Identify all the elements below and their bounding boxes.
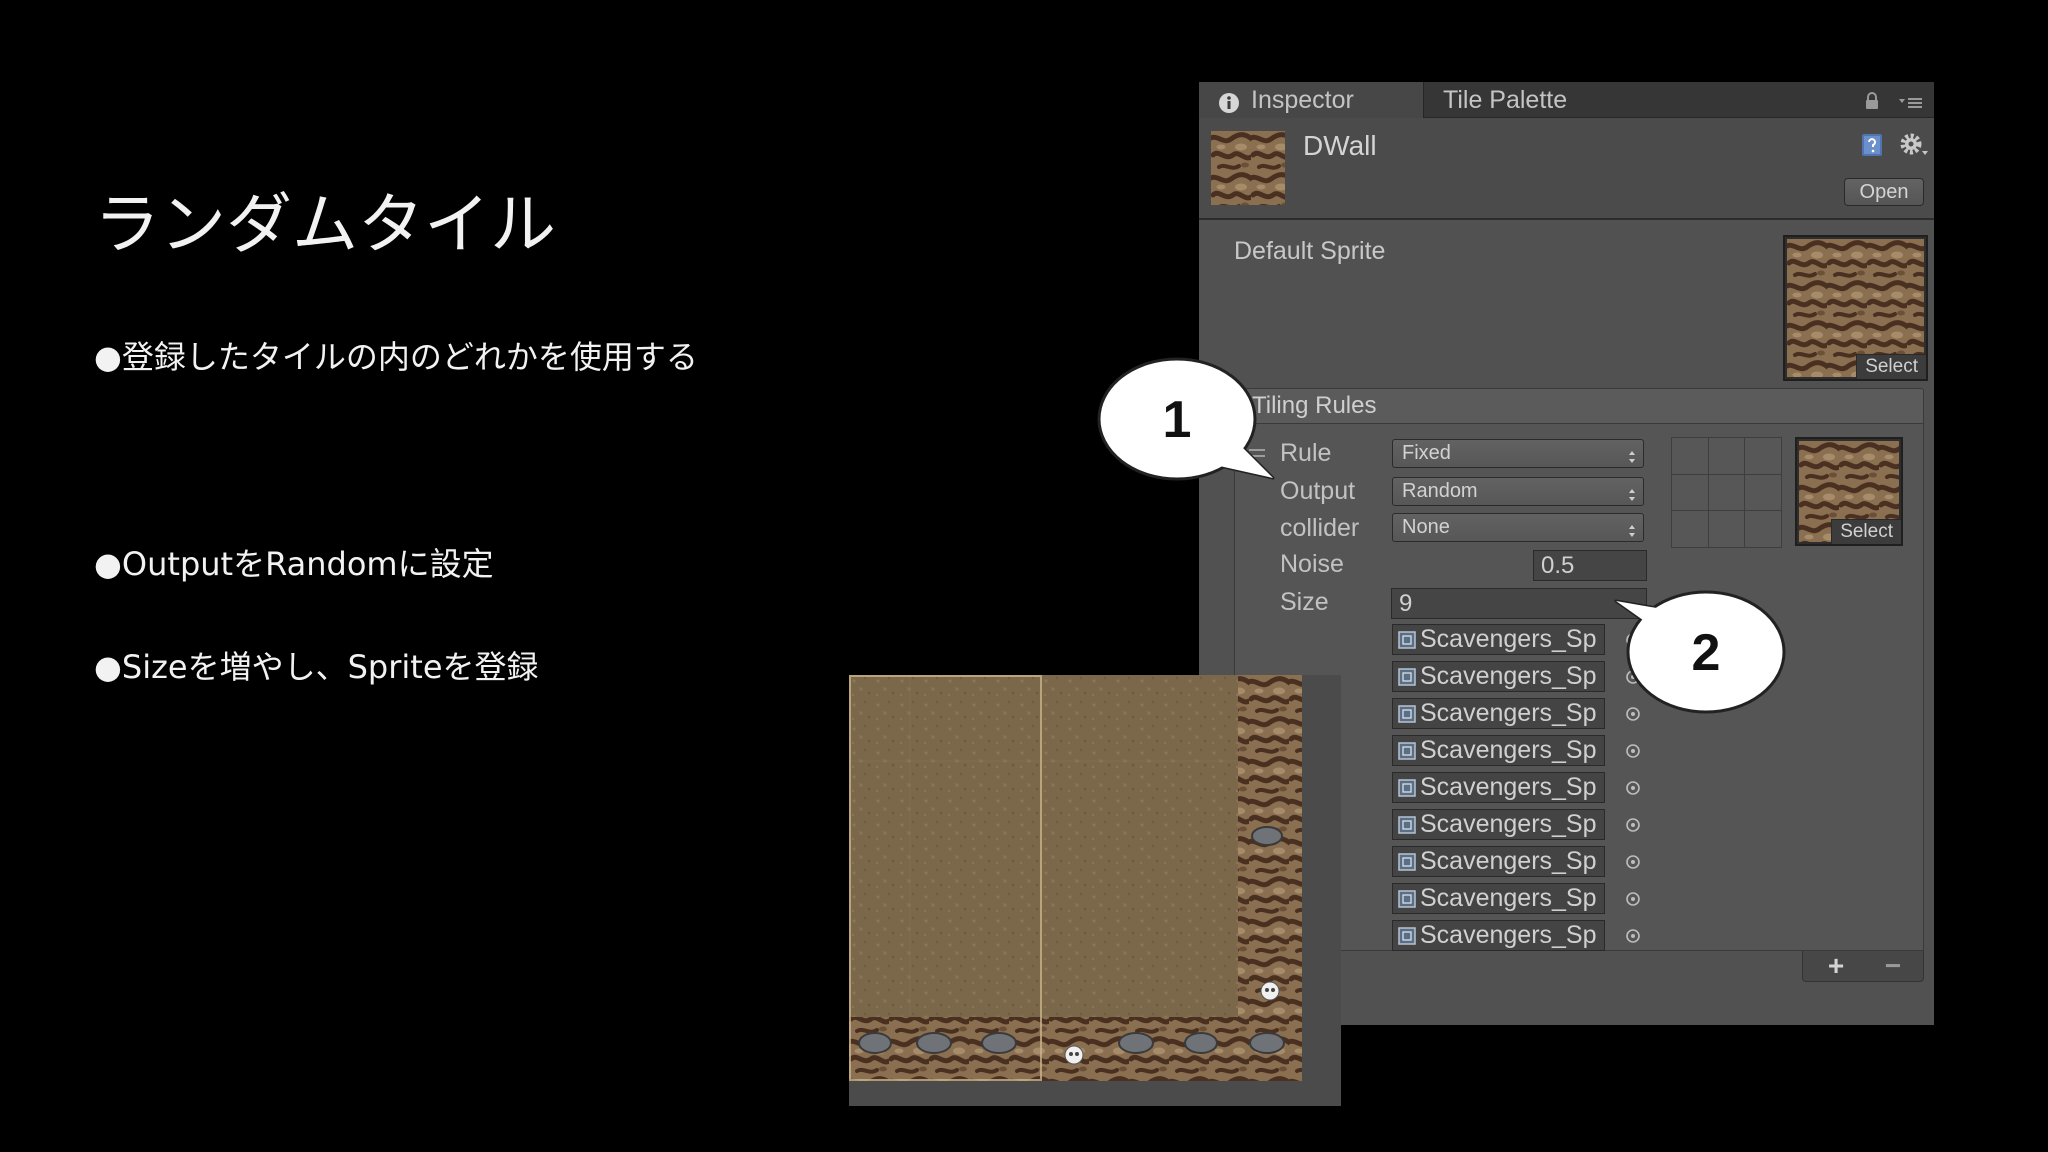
sprite-icon [1398, 890, 1416, 908]
help-icon[interactable] [1859, 132, 1885, 158]
tilemap-preview [849, 675, 1302, 1081]
sprite-name: Scavengers_Sp [1420, 921, 1597, 949]
sprite-icon [1398, 631, 1416, 649]
rule-dropdown[interactable]: Fixed [1392, 439, 1644, 468]
bullet-item: ●登録したタイルの内のどれかを使用する [94, 338, 698, 376]
sprite-object-field[interactable]: Scavengers_Sp [1392, 772, 1605, 803]
sprite-icon [1398, 705, 1416, 723]
tab-label: Tile Palette [1443, 86, 1568, 114]
add-rule-button[interactable]: + [1816, 951, 1856, 981]
default-sprite-field[interactable]: Select [1783, 235, 1928, 381]
dropdown-arrow-icon [1628, 484, 1636, 501]
rules-footer: + − [1802, 951, 1924, 982]
output-dropdown[interactable]: Random [1392, 477, 1644, 506]
default-sprite-label: Default Sprite [1234, 237, 1386, 265]
sprite-name: Scavengers_Sp [1420, 699, 1597, 727]
info-icon [1218, 88, 1240, 113]
sprite-object-field[interactable]: Scavengers_Sp [1392, 920, 1605, 951]
tiling-rules-header[interactable]: Tiling Rules [1234, 388, 1924, 424]
sprite-icon [1398, 816, 1416, 834]
asset-name: DWall [1303, 130, 1377, 161]
object-picker-icon[interactable] [1625, 780, 1641, 796]
noise-label: Noise [1280, 550, 1344, 578]
open-button[interactable]: Open [1844, 178, 1924, 206]
rule-sprite-field[interactable]: Select [1795, 437, 1903, 546]
tab-bar: Inspector Tile Palette [1199, 82, 1934, 118]
object-picker-icon[interactable] [1625, 669, 1641, 685]
collider-dropdown-value: None [1402, 516, 1450, 538]
tab-inspector[interactable]: Inspector [1199, 82, 1424, 118]
collider-dropdown[interactable]: None [1392, 513, 1644, 542]
scene-view [849, 675, 1341, 1106]
object-picker-icon[interactable] [1625, 928, 1641, 944]
sprite-name: Scavengers_Sp [1420, 773, 1597, 801]
bullet-item: ●Sizeを増やし、Spriteを登録 [94, 648, 539, 686]
sprite-name: Scavengers_Sp [1420, 662, 1597, 690]
header-divider [1199, 218, 1934, 220]
callout-number: 1 [1163, 391, 1192, 449]
drag-handle-icon[interactable] [1249, 446, 1265, 458]
tab-label: Inspector [1251, 86, 1354, 114]
default-sprite-select-button[interactable]: Select [1856, 354, 1926, 379]
asset-thumbnail [1211, 131, 1285, 205]
asset-header: DWall Open [1199, 118, 1934, 218]
sprite-icon [1398, 742, 1416, 760]
neighbor-rule-cell[interactable] [1745, 474, 1781, 511]
lock-icon[interactable] [1865, 92, 1879, 110]
sprite-icon [1398, 668, 1416, 686]
remove-rule-button[interactable]: − [1873, 951, 1913, 981]
sprite-icon [1398, 927, 1416, 945]
sprite-name: Scavengers_Sp [1420, 884, 1597, 912]
neighbor-rule-cell[interactable] [1708, 474, 1745, 511]
neighbor-rule-cell[interactable] [1672, 438, 1708, 474]
sprite-object-field[interactable]: Scavengers_Sp [1392, 809, 1605, 840]
rule-label: Rule [1280, 439, 1332, 467]
sprite-object-field[interactable]: Scavengers_Sp [1392, 735, 1605, 766]
tiling-rules-title: Tiling Rules [1252, 392, 1377, 419]
collider-label: collider [1280, 514, 1360, 542]
sprite-object-field[interactable]: Scavengers_Sp [1392, 883, 1605, 914]
sprite-object-field[interactable]: Scavengers_Sp [1392, 698, 1605, 729]
gear-icon[interactable] [1899, 132, 1929, 158]
neighbor-rule-cell[interactable] [1708, 438, 1745, 474]
sprite-icon [1398, 853, 1416, 871]
dropdown-arrow-icon [1628, 446, 1636, 463]
size-label: Size [1280, 588, 1329, 616]
sprite-object-field[interactable]: Scavengers_Sp [1392, 661, 1605, 692]
object-picker-icon[interactable] [1625, 854, 1641, 870]
sprite-object-field[interactable]: Scavengers_Sp [1392, 846, 1605, 877]
menu-icon[interactable] [1899, 96, 1923, 110]
noise-field[interactable]: 0.5 [1533, 550, 1647, 581]
object-picker-icon[interactable] [1625, 632, 1641, 648]
output-dropdown-value: Random [1402, 480, 1478, 502]
rule-dropdown-value: Fixed [1402, 442, 1451, 464]
sprite-name: Scavengers_Sp [1420, 736, 1597, 764]
neighbor-rule-cell[interactable] [1745, 438, 1781, 474]
bullet-item: ●OutputをRandomに設定 [94, 545, 494, 583]
tab-tile-palette[interactable]: Tile Palette [1424, 82, 1644, 118]
neighbor-rule-cell[interactable] [1708, 511, 1745, 547]
neighbor-rule-grid [1671, 437, 1782, 548]
neighbor-rule-cell[interactable] [1672, 474, 1708, 511]
sprite-name: Scavengers_Sp [1420, 810, 1597, 838]
sprite-name: Scavengers_Sp [1420, 847, 1597, 875]
output-label: Output [1280, 477, 1356, 505]
object-picker-icon[interactable] [1625, 743, 1641, 759]
sprite-object-field[interactable]: Scavengers_Sp [1392, 624, 1605, 655]
neighbor-rule-cell[interactable] [1672, 511, 1708, 547]
sprite-name: Scavengers_Sp [1420, 625, 1597, 653]
object-picker-icon[interactable] [1625, 706, 1641, 722]
neighbor-rule-cell[interactable] [1745, 511, 1781, 547]
size-field[interactable]: 9 [1391, 588, 1647, 619]
dropdown-arrow-icon [1628, 520, 1636, 537]
sprite-icon [1398, 779, 1416, 797]
object-picker-icon[interactable] [1625, 891, 1641, 907]
object-picker-icon[interactable] [1625, 817, 1641, 833]
slide-title: ランダムタイル [94, 186, 556, 263]
rule-sprite-select-button[interactable]: Select [1831, 519, 1901, 544]
